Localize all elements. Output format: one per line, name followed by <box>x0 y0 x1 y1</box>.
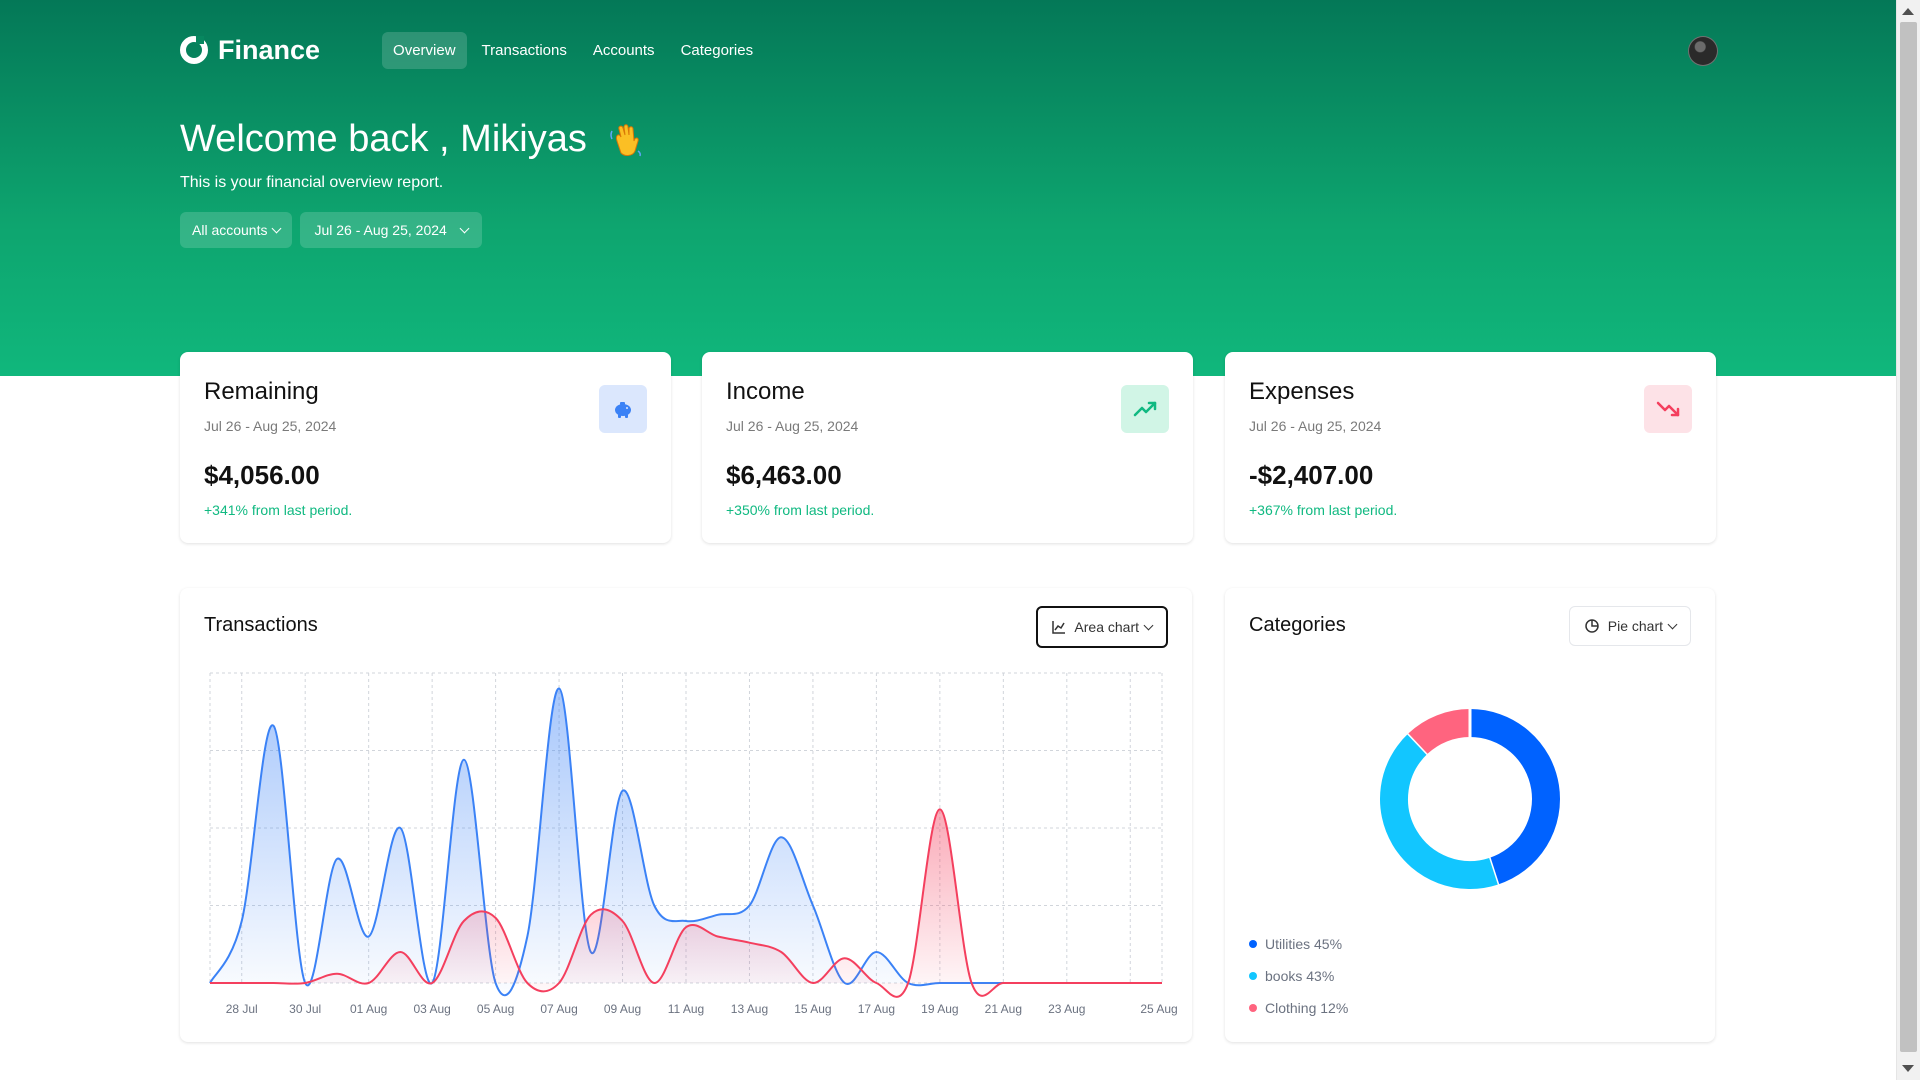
transactions-title: Transactions <box>204 614 318 636</box>
pie-slice-utilities <box>1469 709 1560 885</box>
waving-hand-icon <box>610 123 641 156</box>
categories-legend: Utilities 45% books 43% Clothing 12% <box>1249 928 1348 1024</box>
date-filter-label: Jul 26 - Aug 25, 2024 <box>314 222 447 238</box>
legend-dot <box>1249 1004 1257 1012</box>
x-tick-label: 28 Jul <box>226 1002 258 1016</box>
legend-label: books 43% <box>1265 968 1335 984</box>
chart-type-select[interactable]: Area chart <box>1036 606 1168 648</box>
brand-name: Finance <box>218 34 321 65</box>
area-chart-icon <box>1052 621 1066 634</box>
income-range: Jul 26 - Aug 25, 2024 <box>726 418 859 434</box>
nav-transactions[interactable]: Transactions <box>471 32 578 69</box>
trending-up-icon <box>1121 385 1169 433</box>
scroll-up-arrow-icon[interactable] <box>1902 8 1914 15</box>
legend-item: Utilities 45% <box>1249 928 1348 960</box>
legend-dot <box>1249 972 1257 980</box>
legend-label: Clothing 12% <box>1265 1000 1349 1016</box>
chart-type-label: Area chart <box>1074 619 1139 635</box>
x-tick-label: 21 Aug <box>985 1002 1022 1016</box>
pie-type-label: Pie chart <box>1607 618 1663 634</box>
x-tick-label: 05 Aug <box>477 1002 514 1016</box>
income-title: Income <box>726 378 805 405</box>
remaining-range: Jul 26 - Aug 25, 2024 <box>204 418 337 434</box>
transactions-card: 28 Jul 30 Jul 01 Aug 03 Aug 05 Aug 07 Aug 09 A… <box>180 588 1192 1042</box>
x-tick-label: 17 Aug <box>858 1002 895 1016</box>
account-filter-label: All accounts <box>192 222 268 238</box>
brand-logo[interactable]: Finance <box>180 35 320 66</box>
chevron-down-icon <box>1667 619 1678 629</box>
x-tick-label: 19 Aug <box>921 1002 958 1016</box>
x-tick-label: 11 Aug <box>668 1002 704 1016</box>
pie-slice-clothing <box>1408 709 1471 755</box>
x-tick-label: 01 Aug <box>350 1002 387 1016</box>
expenses-title: Expenses <box>1249 378 1355 405</box>
welcome-heading: Welcome back , Mikiyas <box>180 118 645 161</box>
income-value: $6,463.00 <box>726 460 842 490</box>
vertical-scrollbar[interactable] <box>1896 0 1920 1080</box>
chevron-down-icon <box>272 223 282 233</box>
x-tick-label: 03 Aug <box>413 1002 450 1016</box>
chevron-down-icon <box>459 223 470 233</box>
remaining-value: $4,056.00 <box>204 460 320 490</box>
categories-card: Categories Pie chart Utilities 45% books… <box>1225 588 1715 1042</box>
expenses-card: Expenses Jul 26 - Aug 25, 2024 -$2,407.0… <box>1225 352 1716 543</box>
x-tick-label: 07 Aug <box>540 1002 577 1016</box>
welcome-subtitle: This is your financial overview report. <box>180 174 444 191</box>
expenses-range: Jul 26 - Aug 25, 2024 <box>1249 418 1382 434</box>
chevron-down-icon <box>1143 620 1154 630</box>
legend-item: Clothing 12% <box>1249 992 1348 1024</box>
x-tick-label: 30 Jul <box>289 1002 321 1016</box>
expenses-value: -$2,407.00 <box>1249 460 1374 490</box>
pie-type-select[interactable]: Pie chart <box>1568 606 1691 646</box>
welcome-text: Welcome back , Mikiyas <box>180 118 587 160</box>
income-change: +350% from last period. <box>726 502 875 518</box>
income-card: Income Jul 26 - Aug 25, 2024 $6,463.00 +… <box>702 352 1193 543</box>
nav-accounts[interactable]: Accounts <box>582 32 666 69</box>
pie-chart-icon <box>1585 619 1599 633</box>
pie-slice-books <box>1380 733 1498 889</box>
x-tick-label: 13 Aug <box>731 1002 768 1016</box>
x-tick-label: 15 Aug <box>794 1002 831 1016</box>
piggy-bank-icon <box>599 385 647 433</box>
user-avatar[interactable] <box>1688 36 1718 66</box>
legend-item: books 43% <box>1249 960 1348 992</box>
scroll-thumb[interactable] <box>1900 22 1917 1052</box>
x-tick-label: 23 Aug <box>1048 1002 1085 1016</box>
legend-dot <box>1249 940 1257 948</box>
trending-down-icon <box>1644 385 1692 433</box>
x-tick-label: 25 Aug <box>1140 1002 1177 1016</box>
remaining-title: Remaining <box>204 378 319 405</box>
remaining-change: +341% from last period. <box>204 502 353 518</box>
scroll-down-arrow-icon[interactable] <box>1902 1065 1914 1072</box>
nav-categories[interactable]: Categories <box>670 32 765 69</box>
top-nav: Finance Overview Transactions Accounts C… <box>180 28 764 72</box>
legend-label: Utilities 45% <box>1265 936 1343 952</box>
categories-title: Categories <box>1249 614 1346 636</box>
nav-overview[interactable]: Overview <box>382 31 467 69</box>
account-filter[interactable]: All accounts <box>180 212 293 248</box>
remaining-card: Remaining Jul 26 - Aug 25, 2024 $4,056.0… <box>180 352 671 543</box>
transactions-area-chart: 28 Jul 30 Jul 01 Aug 03 Aug 05 Aug 07 Aug 09 A… <box>209 672 1178 1016</box>
nav-links: Overview Transactions Accounts Categorie… <box>382 31 765 69</box>
x-tick-label: 09 Aug <box>604 1002 641 1016</box>
filters-bar: All accounts Jul 26 - Aug 25, 2024 <box>180 212 482 248</box>
expenses-change: +367% from last period. <box>1249 502 1398 518</box>
date-filter[interactable]: Jul 26 - Aug 25, 2024 <box>300 212 482 248</box>
logo-icon <box>180 36 208 64</box>
